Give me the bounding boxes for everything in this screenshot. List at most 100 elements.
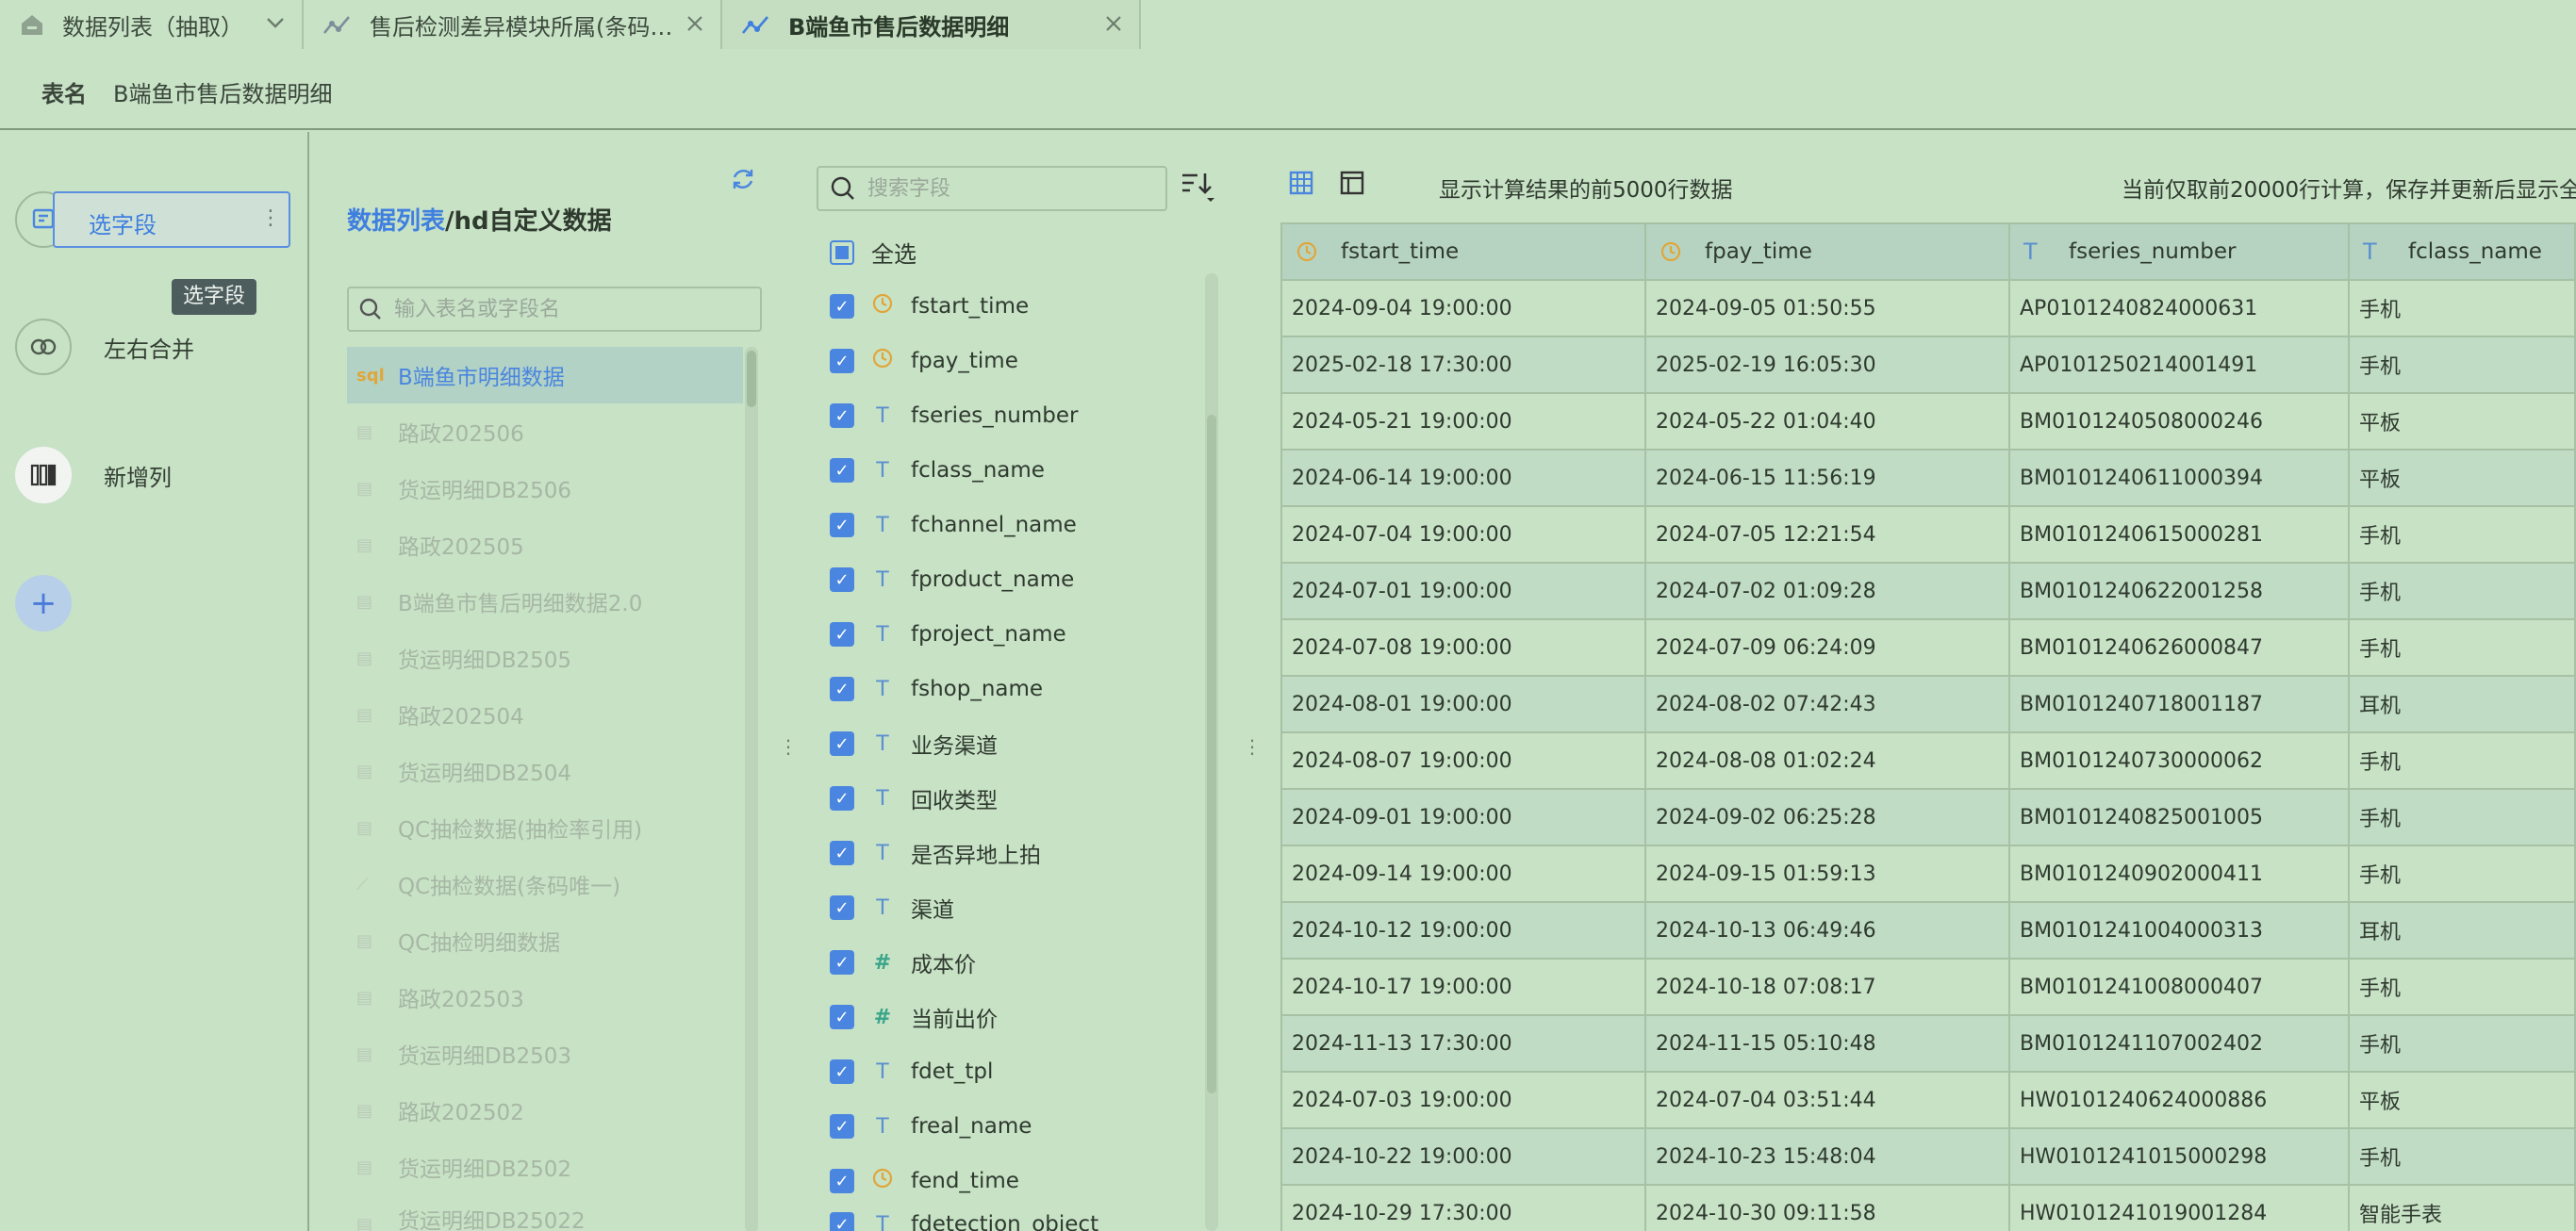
- table-cell[interactable]: BM0101240508000246: [2010, 394, 2350, 451]
- table-cell[interactable]: 2024-09-14 19:00:00: [1282, 846, 1646, 903]
- table-cell[interactable]: 2024-07-04 19:00:00: [1282, 507, 1646, 564]
- table-cell[interactable]: 2024-07-02 01:09:28: [1646, 564, 2010, 620]
- checkbox-checked-icon[interactable]: ✓: [830, 1114, 854, 1139]
- table-cell[interactable]: 2024-08-02 07:42:43: [1646, 677, 2010, 733]
- table-cell[interactable]: 2024-11-15 05:10:48: [1646, 1016, 2010, 1073]
- checkbox-checked-icon[interactable]: ✓: [830, 786, 854, 811]
- table-cell[interactable]: 2024-07-05 12:21:54: [1646, 507, 2010, 564]
- table-cell[interactable]: 平板: [2350, 394, 2576, 451]
- table-cell[interactable]: BM0101240615000281: [2010, 507, 2350, 564]
- field-item[interactable]: ✓ Tfproduct_name: [830, 552, 1197, 607]
- source-item[interactable]: ▤ B端鱼市售后明细数据2.0: [347, 573, 743, 630]
- table-cell[interactable]: 2024-05-21 19:00:00: [1282, 394, 1646, 451]
- field-item[interactable]: ✓ Tfproject_name: [830, 607, 1197, 662]
- resize-handle[interactable]: ⋮: [1243, 735, 1262, 758]
- grid-view-icon[interactable]: [1288, 170, 1314, 200]
- column-header[interactable]: fstart_time: [1282, 224, 1646, 281]
- checkbox-checked-icon[interactable]: ✓: [830, 841, 854, 865]
- source-search-input[interactable]: [394, 297, 752, 321]
- table-cell[interactable]: 2024-08-01 19:00:00: [1282, 677, 1646, 733]
- source-item[interactable]: ⟋ QC抽检数据(条码唯一): [347, 856, 743, 912]
- checkbox-checked-icon[interactable]: ✓: [830, 349, 854, 373]
- step-select-field-box[interactable]: 选字段 ⋮: [53, 191, 290, 248]
- step-add-column[interactable]: 新增列: [15, 447, 172, 503]
- field-item[interactable]: ✓ Tfreal_name: [830, 1099, 1197, 1154]
- table-cell[interactable]: 2024-09-15 01:59:13: [1646, 846, 2010, 903]
- table-cell[interactable]: AP0101240824000631: [2010, 281, 2350, 337]
- checkbox-checked-icon[interactable]: ✓: [830, 1212, 854, 1231]
- table-cell[interactable]: 2024-10-18 07:08:17: [1646, 960, 2010, 1016]
- table-cell[interactable]: BM0101240622001258: [2010, 564, 2350, 620]
- checkbox-checked-icon[interactable]: ✓: [830, 731, 854, 756]
- table-cell[interactable]: 2024-09-02 06:25:28: [1646, 790, 2010, 846]
- tab-data-list[interactable]: 数据列表（抽取）: [0, 0, 304, 49]
- table-cell[interactable]: 耳机: [2350, 677, 2576, 733]
- table-cell[interactable]: 手机: [2350, 960, 2576, 1016]
- table-cell[interactable]: 手机: [2350, 337, 2576, 394]
- field-item[interactable]: ✓ # 成本价: [830, 935, 1197, 990]
- resize-handle[interactable]: ⋮: [779, 735, 798, 758]
- checkbox-checked-icon[interactable]: ✓: [830, 622, 854, 647]
- table-cell[interactable]: HW0101240624000886: [2010, 1073, 2350, 1129]
- field-item[interactable]: ✓ Tfchannel_name: [830, 498, 1197, 552]
- source-item[interactable]: ▤ 路政202504: [347, 686, 743, 743]
- table-cell[interactable]: HW0101241019001284: [2010, 1186, 2350, 1231]
- checkbox-checked-icon[interactable]: ✓: [830, 1059, 854, 1084]
- table-cell[interactable]: HW0101241015000298: [2010, 1129, 2350, 1186]
- source-item[interactable]: sql B端鱼市明细数据: [347, 347, 743, 403]
- field-item[interactable]: ✓ # 当前出价: [830, 990, 1197, 1044]
- table-cell[interactable]: 2024-07-03 19:00:00: [1282, 1073, 1646, 1129]
- source-item[interactable]: ▤ 路政202502: [347, 1082, 743, 1139]
- table-cell[interactable]: BM0101240902000411: [2010, 846, 2350, 903]
- column-header[interactable]: fpay_time: [1646, 224, 2010, 281]
- tab-b-fish-aftersale[interactable]: B端鱼市售后数据明细: [722, 0, 1141, 49]
- table-cell[interactable]: 2024-09-01 19:00:00: [1282, 790, 1646, 846]
- table-cell[interactable]: 2024-06-15 11:56:19: [1646, 451, 2010, 507]
- checkbox-checked-icon[interactable]: ✓: [830, 895, 854, 920]
- table-cell[interactable]: 手机: [2350, 1016, 2576, 1073]
- scroll-thumb[interactable]: [747, 351, 756, 407]
- more-icon[interactable]: ⋮: [260, 206, 281, 230]
- source-scrollbar[interactable]: [745, 347, 758, 1231]
- table-cell[interactable]: 2024-10-12 19:00:00: [1282, 903, 1646, 960]
- table-cell[interactable]: 2024-07-01 19:00:00: [1282, 564, 1646, 620]
- table-cell[interactable]: 2024-09-05 01:50:55: [1646, 281, 2010, 337]
- table-cell[interactable]: 2024-10-29 17:30:00: [1282, 1186, 1646, 1231]
- table-cell[interactable]: 手机: [2350, 846, 2576, 903]
- table-cell[interactable]: BM0101241004000313: [2010, 903, 2350, 960]
- chevron-down-icon[interactable]: [264, 11, 287, 40]
- table-cell[interactable]: 2024-10-13 06:49:46: [1646, 903, 2010, 960]
- field-item[interactable]: ✓ fstart_time: [830, 279, 1197, 334]
- table-cell[interactable]: 2024-08-07 19:00:00: [1282, 733, 1646, 790]
- field-item[interactable]: ✓ Tfdet_tpl: [830, 1044, 1197, 1099]
- table-cell[interactable]: 手机: [2350, 620, 2576, 677]
- source-title-link[interactable]: 数据列表: [347, 207, 445, 236]
- checkbox-checked-icon[interactable]: ✓: [830, 1169, 854, 1193]
- table-cell[interactable]: 耳机: [2350, 903, 2576, 960]
- field-item[interactable]: ✓ T 回收类型: [830, 771, 1197, 826]
- table-cell[interactable]: 2024-07-04 03:51:44: [1646, 1073, 2010, 1129]
- add-step-button[interactable]: +: [15, 575, 72, 632]
- table-cell[interactable]: 智能手表: [2350, 1186, 2576, 1231]
- field-item[interactable]: ✓ T 渠道: [830, 880, 1197, 935]
- source-item[interactable]: ▤ 货运明细DB2504: [347, 743, 743, 799]
- source-item[interactable]: ▤ 货运明细DB2503: [347, 1026, 743, 1082]
- table-cell[interactable]: BM0101240730000062: [2010, 733, 2350, 790]
- table-cell[interactable]: 2024-10-17 19:00:00: [1282, 960, 1646, 1016]
- checkbox-checked-icon[interactable]: ✓: [830, 567, 854, 592]
- table-cell[interactable]: BM0101240611000394: [2010, 451, 2350, 507]
- table-cell[interactable]: 2024-10-23 15:48:04: [1646, 1129, 2010, 1186]
- table-cell[interactable]: 2024-10-30 09:11:58: [1646, 1186, 2010, 1231]
- table-cell[interactable]: BM0101240626000847: [2010, 620, 2350, 677]
- field-scrollbar[interactable]: [1205, 273, 1218, 1231]
- table-cell[interactable]: 2024-09-04 19:00:00: [1282, 281, 1646, 337]
- layout-view-icon[interactable]: [1339, 170, 1365, 200]
- table-cell[interactable]: 平板: [2350, 1073, 2576, 1129]
- field-item[interactable]: ✓ Tfdetection_object: [830, 1208, 1197, 1231]
- field-item[interactable]: ✓ Tfclass_name: [830, 443, 1197, 498]
- source-item[interactable]: ▤ 货运明细DB25022: [347, 1195, 743, 1231]
- table-cell[interactable]: BM0101241107002402: [2010, 1016, 2350, 1073]
- tab-aftersale-diff[interactable]: 售后检测差异模块所属(条码…: [304, 0, 722, 49]
- source-item[interactable]: ▤ 路政202503: [347, 969, 743, 1026]
- checkbox-checked-icon[interactable]: ✓: [830, 294, 854, 319]
